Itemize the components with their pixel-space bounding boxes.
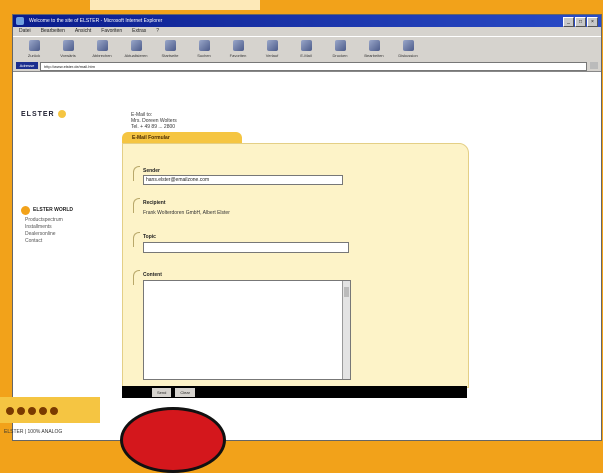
nav-item-products[interactable]: Productspectrum (25, 217, 73, 224)
footer-text: ELSTER | 100% ANALOG (4, 429, 63, 435)
search-button[interactable]: Suchen (187, 38, 221, 60)
forward-icon (62, 40, 74, 51)
section-brace (133, 166, 140, 181)
history-button[interactable]: Verlauf (255, 38, 289, 60)
home-icon (164, 40, 176, 51)
footer-icons (6, 407, 58, 415)
toolbar: Zurück Vorwärts Abbrechen Aktualisieren … (13, 36, 601, 62)
topic-field[interactable] (143, 242, 349, 253)
close-button[interactable]: × (587, 17, 598, 27)
diamond-icon[interactable] (17, 407, 25, 415)
refresh-icon[interactable] (39, 407, 47, 415)
search-icon (198, 40, 210, 51)
elster-logo: ELSTER (21, 110, 66, 118)
content-textarea[interactable] (143, 280, 351, 380)
window-title: Welcome to the site of ELSTER - Microsof… (29, 18, 163, 24)
back-icon (28, 40, 40, 51)
scrollbar-thumb[interactable] (344, 287, 349, 297)
sender-label: Sender (143, 168, 160, 174)
recipient-label: Recipient (143, 200, 166, 206)
menu-help[interactable]: ? (156, 27, 159, 36)
back-button[interactable]: Zurück (17, 38, 51, 60)
send-button[interactable]: Send (152, 387, 172, 397)
favorites-button[interactable]: Favoriten (221, 38, 255, 60)
address-label: Adresse (16, 62, 38, 69)
topic-label: Topic (143, 234, 156, 240)
section-brace (133, 270, 140, 285)
nav-heading: ELSTER WORLD (21, 206, 73, 215)
section-brace (133, 232, 140, 247)
refresh-button[interactable]: Aktualisieren (119, 38, 153, 60)
menu-edit[interactable]: Bearbeiten (41, 27, 65, 36)
nav-item-installments[interactable]: Installments (25, 224, 73, 231)
section-brace (133, 198, 140, 213)
address-bar: Adresse http://www.elster.de/mail.htm (13, 61, 601, 72)
nav-item-contact[interactable]: Contact (25, 238, 73, 245)
mail-icon (300, 40, 312, 51)
discuss-button[interactable]: Diskussion (391, 38, 425, 60)
decorative-top-tab (90, 0, 260, 10)
title-bar: Welcome to the site of ELSTER - Microsof… (13, 15, 601, 27)
forward-button[interactable]: Vorwärts (51, 38, 85, 60)
home-button[interactable]: Startseite (153, 38, 187, 60)
stop-button[interactable]: Abbrechen (85, 38, 119, 60)
address-input[interactable]: http://www.elster.de/mail.htm (40, 62, 587, 71)
recipient-value: Frank Wolterdoren GmbH, Albert Elster (143, 210, 230, 216)
home-icon[interactable] (6, 407, 14, 415)
nav-item-dealers[interactable]: Dealersonline (25, 231, 73, 238)
print-button[interactable]: Drucken (323, 38, 357, 60)
menu-tools[interactable]: Extras (132, 27, 146, 36)
edit-button[interactable]: Bearbeiten (357, 38, 391, 60)
mail-button[interactable]: E-Mail (289, 38, 323, 60)
sender-field[interactable]: hans.elster@emailzone.com (143, 175, 343, 185)
content-label: Content (143, 272, 162, 278)
menu-file[interactable]: Datei (19, 27, 31, 36)
diamond-icon[interactable] (28, 407, 36, 415)
email-form-panel: Sender hans.elster@emailzone.com Recipie… (122, 143, 469, 388)
discussion-icon (402, 40, 414, 51)
stop-icon (96, 40, 108, 51)
browser-icon (16, 17, 24, 25)
edit-icon (368, 40, 380, 51)
maximize-button[interactable]: □ (575, 17, 586, 27)
minimize-button[interactable]: _ (563, 17, 574, 27)
sun-icon (57, 110, 66, 118)
star-icon[interactable] (50, 407, 58, 415)
textarea-scrollbar[interactable] (342, 281, 350, 379)
star-icon (232, 40, 244, 51)
address-dropdown-icon[interactable] (590, 62, 598, 69)
side-navigation: ELSTER WORLD Productspectrum Installment… (21, 206, 73, 245)
menu-bar: Datei Bearbeiten Ansicht Favoriten Extra… (13, 27, 601, 36)
red-circle-badge (120, 407, 226, 473)
menu-view[interactable]: Ansicht (75, 27, 91, 36)
clear-button[interactable]: Clear (175, 387, 195, 397)
contact-line: Tel. + 49 89 ... 2800 (131, 124, 176, 130)
nav-dot-icon (21, 206, 30, 215)
menu-favorites[interactable]: Favoriten (101, 27, 122, 36)
contact-info: E-Mail to: Mrs. Doreen Wolters Tel. + 49… (131, 112, 177, 130)
refresh-icon (130, 40, 142, 51)
history-icon (266, 40, 278, 51)
form-action-bar: Send Clear (122, 386, 467, 398)
printer-icon (334, 40, 346, 51)
